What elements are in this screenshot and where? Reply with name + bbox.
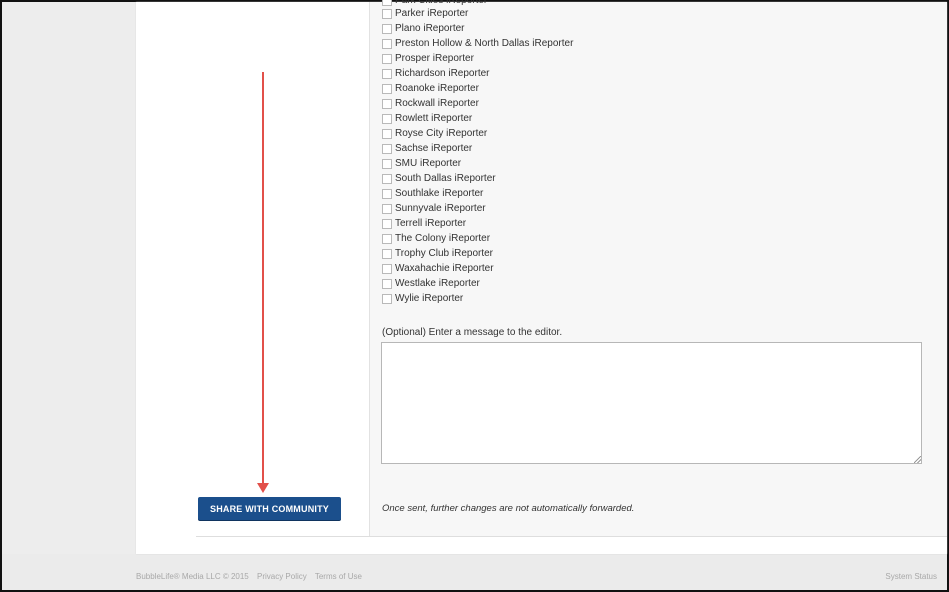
community-checkbox-item[interactable]: Preston Hollow & North Dallas iReporter bbox=[382, 36, 573, 51]
community-label: The Colony iReporter bbox=[395, 233, 491, 244]
community-checkbox-item[interactable]: SMU iReporter bbox=[382, 156, 573, 171]
community-label: Plano iReporter bbox=[395, 23, 465, 34]
community-checkbox-item[interactable]: South Dallas iReporter bbox=[382, 171, 573, 186]
checkbox-icon[interactable] bbox=[382, 128, 392, 139]
community-checkbox-item[interactable]: Sachse iReporter bbox=[382, 141, 573, 156]
community-checkbox-item[interactable]: Trophy Club iReporter bbox=[382, 246, 573, 261]
checkbox-icon[interactable] bbox=[382, 8, 392, 19]
community-checkbox-item[interactable]: Wylie iReporter bbox=[382, 291, 573, 306]
community-checkbox-item[interactable]: The Colony iReporter bbox=[382, 231, 573, 246]
community-label: Sunnyvale iReporter bbox=[395, 203, 486, 214]
community-label: Terrell iReporter bbox=[395, 218, 467, 229]
checkbox-icon[interactable] bbox=[382, 173, 392, 184]
terms-of-use-link[interactable]: Terms of Use bbox=[315, 572, 362, 581]
community-checkbox-item[interactable]: Southlake iReporter bbox=[382, 186, 573, 201]
community-label: South Dallas iReporter bbox=[395, 173, 496, 184]
community-label: Southlake iReporter bbox=[395, 188, 484, 199]
checkbox-icon[interactable] bbox=[382, 23, 392, 34]
checkbox-icon[interactable] bbox=[382, 53, 392, 64]
community-label: Park Cities iReporter bbox=[395, 0, 488, 6]
community-label: Royse City iReporter bbox=[395, 128, 488, 139]
community-label: Parker iReporter bbox=[395, 8, 469, 19]
annotation-arrow-line bbox=[262, 72, 264, 484]
community-checkbox-item[interactable]: Terrell iReporter bbox=[382, 216, 573, 231]
checkbox-icon[interactable] bbox=[382, 83, 392, 94]
checkbox-icon[interactable] bbox=[382, 218, 392, 229]
community-label: Wylie iReporter bbox=[395, 293, 464, 304]
community-checkbox-item[interactable]: Roanoke iReporter bbox=[382, 81, 573, 96]
checkbox-icon[interactable] bbox=[382, 0, 392, 6]
community-label: Roanoke iReporter bbox=[395, 83, 479, 94]
footer: BubbleLife® Media LLC © 2015 Privacy Pol… bbox=[136, 572, 368, 581]
column-divider bbox=[369, 2, 370, 536]
community-checkbox-item[interactable]: Royse City iReporter bbox=[382, 126, 573, 141]
checkbox-icon[interactable] bbox=[382, 278, 392, 289]
community-checkbox-item[interactable]: Rowlett iReporter bbox=[382, 111, 573, 126]
community-label: SMU iReporter bbox=[395, 158, 462, 169]
community-label: Rowlett iReporter bbox=[395, 113, 473, 124]
community-label: Rockwall iReporter bbox=[395, 98, 479, 109]
community-label: Richardson iReporter bbox=[395, 68, 490, 79]
community-label: Preston Hollow & North Dallas iReporter bbox=[395, 38, 574, 49]
community-label: Trophy Club iReporter bbox=[395, 248, 494, 259]
checkbox-icon[interactable] bbox=[382, 38, 392, 49]
annotation-arrow-head-icon bbox=[257, 483, 269, 493]
message-label: (Optional) Enter a message to the editor… bbox=[382, 327, 563, 338]
footer-copyright: BubbleLife® Media LLC © 2015 bbox=[136, 572, 249, 581]
checkbox-icon[interactable] bbox=[382, 233, 392, 244]
editor-message-field[interactable] bbox=[381, 342, 922, 464]
bottom-divider bbox=[196, 536, 947, 537]
checkbox-icon[interactable] bbox=[382, 293, 392, 304]
community-label: Waxahachie iReporter bbox=[395, 263, 494, 274]
community-label: Westlake iReporter bbox=[395, 278, 480, 289]
checkbox-icon[interactable] bbox=[382, 248, 392, 259]
page-background bbox=[2, 2, 136, 554]
checkbox-icon[interactable] bbox=[382, 188, 392, 199]
checkbox-icon[interactable] bbox=[382, 143, 392, 154]
community-label: Sachse iReporter bbox=[395, 143, 473, 154]
community-checkbox-item[interactable]: Sunnyvale iReporter bbox=[382, 201, 573, 216]
community-label: Prosper iReporter bbox=[395, 53, 474, 64]
privacy-policy-link[interactable]: Privacy Policy bbox=[257, 572, 307, 581]
checkbox-icon[interactable] bbox=[382, 113, 392, 124]
checkbox-icon[interactable] bbox=[382, 68, 392, 79]
community-checkbox-item[interactable]: Westlake iReporter bbox=[382, 276, 573, 291]
system-status-link[interactable]: System Status bbox=[885, 572, 937, 581]
checkbox-icon[interactable] bbox=[382, 203, 392, 214]
community-checkbox-item[interactable]: Richardson iReporter bbox=[382, 66, 573, 81]
checkbox-icon[interactable] bbox=[382, 158, 392, 169]
community-checkbox-item[interactable]: Waxahachie iReporter bbox=[382, 261, 573, 276]
share-with-community-button[interactable]: SHARE WITH COMMUNITY bbox=[198, 497, 341, 520]
community-checkbox-item[interactable]: Parker iReporter bbox=[382, 6, 573, 21]
community-checkbox-item[interactable]: Prosper iReporter bbox=[382, 51, 573, 66]
community-checkbox-item[interactable]: Rockwall iReporter bbox=[382, 96, 573, 111]
checkbox-icon[interactable] bbox=[382, 98, 392, 109]
resize-handle-icon[interactable] bbox=[914, 456, 921, 463]
forwarding-note: Once sent, further changes are not autom… bbox=[382, 503, 635, 514]
checkbox-icon[interactable] bbox=[382, 263, 392, 274]
community-checkbox-item[interactable]: Plano iReporter bbox=[382, 21, 573, 36]
community-checkbox-list: Park Cities iReporter Parker iReporter Pla… bbox=[382, 0, 573, 306]
